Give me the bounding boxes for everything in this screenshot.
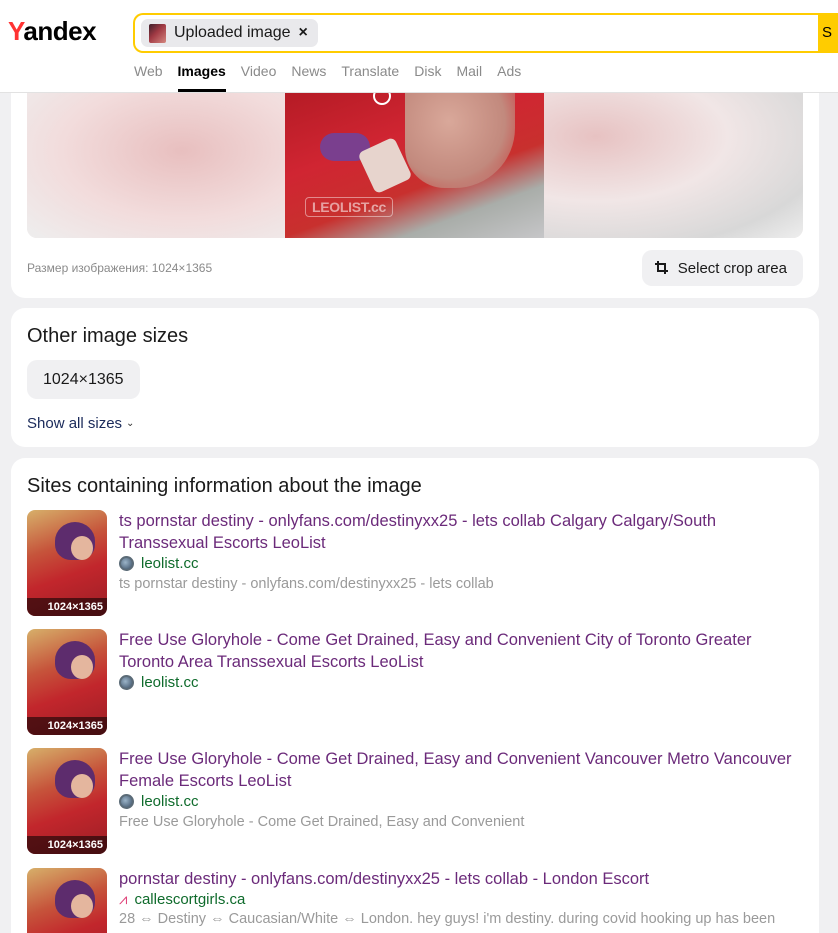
- result-thumbnail[interactable]: 1024×1365: [27, 748, 107, 854]
- thumbnail-size-badge: 1024×1365: [27, 717, 107, 735]
- result-title-link[interactable]: pornstar destiny - onlyfans.com/destinyx…: [119, 868, 805, 890]
- crop-button-label: Select crop area: [677, 259, 787, 277]
- result-snippet: ts pornstar destiny - onlyfans.com/desti…: [119, 576, 494, 592]
- other-sizes-title: Other image sizes: [27, 325, 189, 347]
- tab-images[interactable]: Images: [177, 62, 226, 92]
- result-site-link[interactable]: leolist.cc: [119, 674, 199, 691]
- yandex-logo[interactable]: Yandex: [8, 16, 97, 47]
- globe-icon: [119, 794, 134, 809]
- tab-news[interactable]: News: [291, 62, 326, 92]
- service-tabs: Web Images Video News Translate Disk Mai…: [134, 62, 536, 92]
- thumbnail-size-badge: 1024×1365: [27, 836, 107, 854]
- result-thumbnail[interactable]: [27, 868, 107, 933]
- other-sizes-card: Other image sizes 1024×1365 Show all siz…: [11, 308, 819, 447]
- image-preview[interactable]: LEOLIST.cc: [27, 93, 803, 238]
- tab-ads[interactable]: Ads: [497, 62, 521, 92]
- size-option[interactable]: 1024×1365: [27, 360, 140, 399]
- result-title-link[interactable]: ts pornstar destiny - onlyfans.com/desti…: [119, 510, 805, 554]
- uploaded-image-thumbnail: [149, 23, 166, 43]
- tab-disk[interactable]: Disk: [414, 62, 441, 92]
- select-crop-area-button[interactable]: Select crop area: [641, 250, 803, 286]
- image-preview-card: LEOLIST.cc Размер изображения: 1024×1365…: [11, 60, 819, 298]
- tab-video[interactable]: Video: [241, 62, 277, 92]
- result-snippet: 28 ⇔ Destiny ⇔ Caucasian/White ⇔ London.…: [119, 911, 776, 927]
- close-icon[interactable]: ×: [299, 24, 308, 42]
- tab-translate[interactable]: Translate: [341, 62, 399, 92]
- sites-title: Sites containing information about the i…: [27, 475, 422, 497]
- result-snippet: Free Use Gloryhole - Come Get Drained, E…: [119, 814, 525, 830]
- chip-label: Uploaded image: [174, 24, 291, 41]
- image-size-note: Размер изображения: 1024×1365: [27, 261, 213, 275]
- sites-card: Sites containing information about the i…: [11, 458, 819, 933]
- preview-image: LEOLIST.cc: [285, 93, 544, 238]
- globe-icon: [119, 675, 134, 690]
- heels-icon: ⩘: [119, 891, 128, 908]
- result-site-link[interactable]: leolist.cc: [119, 793, 199, 810]
- tab-mail[interactable]: Mail: [456, 62, 482, 92]
- show-all-sizes-link[interactable]: Show all sizes ⌄: [27, 415, 134, 432]
- search-button[interactable]: S: [818, 13, 838, 53]
- result-site-link[interactable]: leolist.cc: [119, 555, 199, 572]
- result-title-link[interactable]: Free Use Gloryhole - Come Get Drained, E…: [119, 748, 805, 792]
- search-input[interactable]: Uploaded image × S: [133, 13, 838, 53]
- crop-icon: [654, 260, 670, 276]
- result-title-link[interactable]: Free Use Gloryhole - Come Get Drained, E…: [119, 629, 805, 673]
- result-site-link[interactable]: ⩘ callescortgirls.ca: [119, 891, 245, 908]
- header: Yandex Uploaded image × S Web Images Vid…: [0, 0, 838, 93]
- tab-web[interactable]: Web: [134, 62, 163, 92]
- preview-blur-left: [27, 93, 285, 238]
- uploaded-image-chip[interactable]: Uploaded image ×: [141, 19, 318, 47]
- chevron-down-icon: ⌄: [126, 418, 135, 429]
- thumbnail-size-badge: 1024×1365: [27, 598, 107, 616]
- globe-icon: [119, 556, 134, 571]
- preview-blur-right: [544, 93, 803, 238]
- watermark-logo: LEOLIST.cc: [305, 197, 394, 217]
- result-thumbnail[interactable]: 1024×1365: [27, 629, 107, 735]
- result-thumbnail[interactable]: 1024×1365: [27, 510, 107, 616]
- crop-handle[interactable]: [373, 93, 391, 105]
